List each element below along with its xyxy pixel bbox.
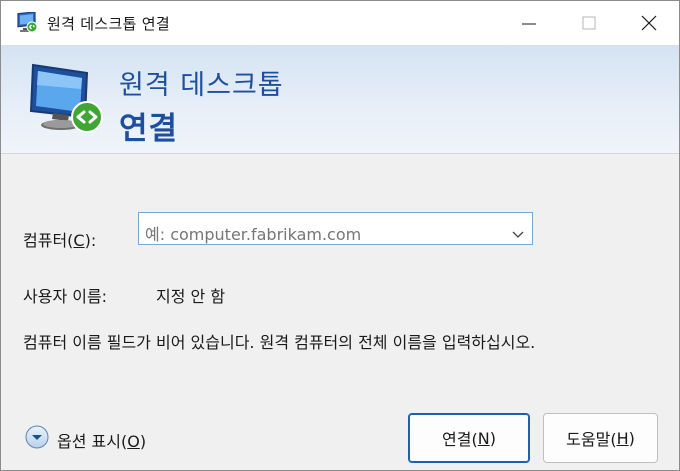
remote-desktop-icon: [15, 11, 39, 34]
minimize-button[interactable]: [499, 1, 559, 45]
close-icon: [641, 15, 657, 31]
close-button[interactable]: [619, 1, 679, 45]
maximize-button[interactable]: [559, 1, 619, 45]
maximize-icon: [582, 16, 596, 30]
connect-button[interactable]: 연결(N): [408, 413, 530, 463]
header-banner: 원격 데스크톱 연결: [1, 45, 679, 153]
username-value: 지정 안 함: [156, 287, 226, 306]
help-button[interactable]: 도움말(H): [543, 413, 658, 463]
monitor-icon: [25, 55, 115, 145]
computer-input[interactable]: 예: computer.fabrikam.com: [145, 221, 361, 245]
title-bar[interactable]: 원격 데스크톱 연결: [1, 1, 679, 45]
banner-divider: [1, 153, 679, 154]
computer-label: 컴퓨터(C):: [23, 231, 97, 250]
remote-desktop-window: 원격 데스크톱 연결 원격 데스크톱 연결 컴퓨터(C): 예: compute…: [0, 0, 680, 471]
show-options-label[interactable]: 옵션 표시(O): [57, 428, 146, 452]
username-label: 사용자 이름:: [23, 287, 108, 306]
minimize-icon: [522, 23, 536, 25]
window-title: 원격 데스크톱 연결: [47, 15, 170, 33]
info-message: 컴퓨터 이름 필드가 비어 있습니다. 원격 컴퓨터의 전체 이름을 입력하십시…: [23, 333, 536, 352]
chevron-down-icon[interactable]: [512, 224, 524, 243]
banner-title-line1: 원격 데스크톱: [119, 70, 284, 101]
computer-combobox[interactable]: 예: computer.fabrikam.com: [138, 212, 533, 245]
banner-title-line2: 연결: [119, 111, 179, 147]
expand-chevron-icon[interactable]: [25, 425, 49, 449]
